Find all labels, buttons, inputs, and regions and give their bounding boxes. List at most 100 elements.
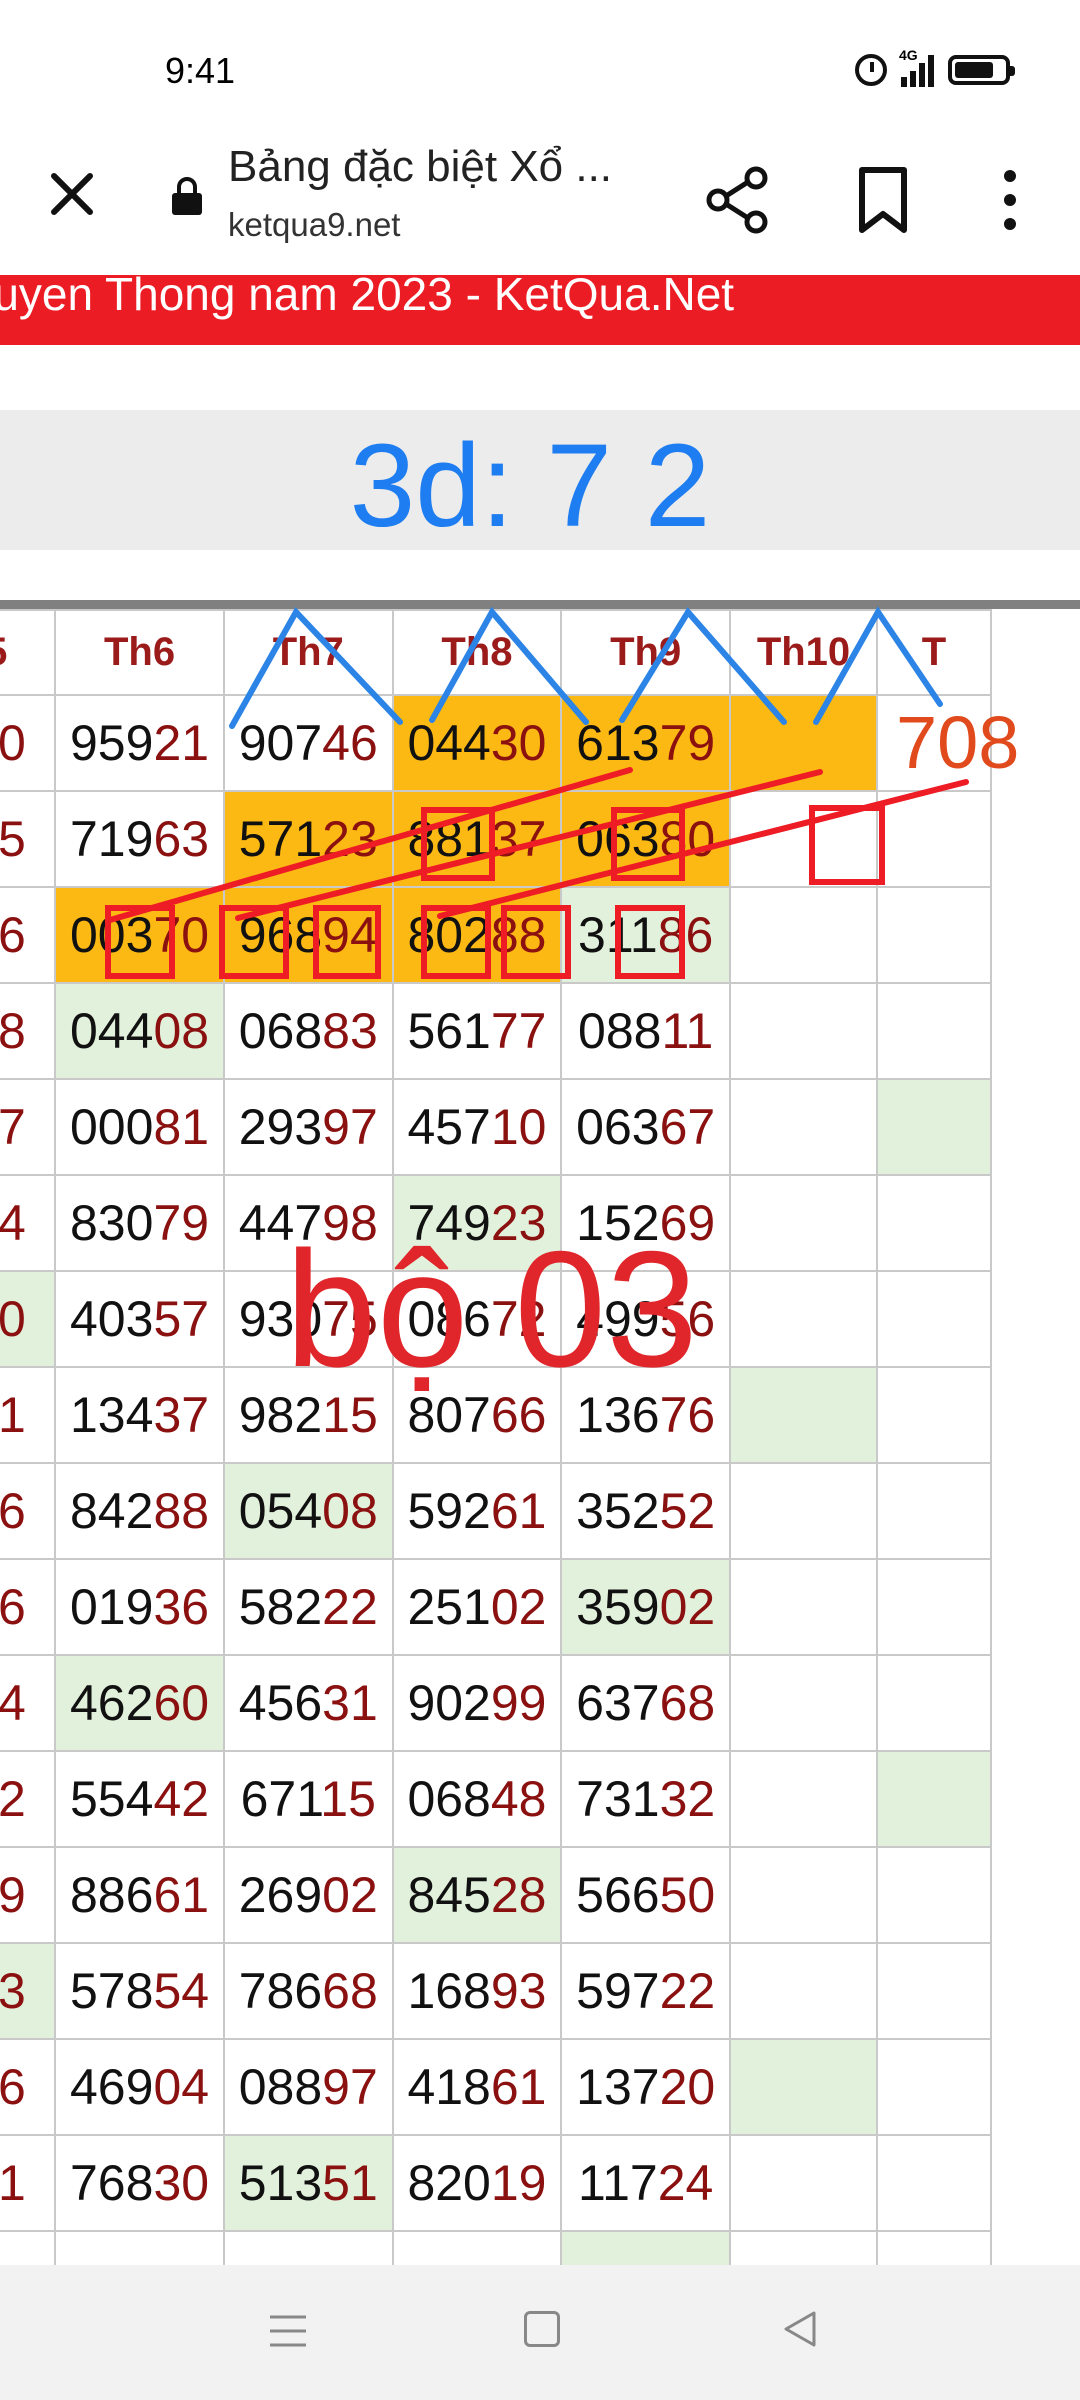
result-prefix: 251 xyxy=(407,1579,491,1635)
result-prefix: 311 xyxy=(578,907,658,963)
result-cell: 06380 xyxy=(560,790,732,888)
result-cell: 59261 xyxy=(391,1462,563,1560)
result-cell: 35252 xyxy=(560,1462,732,1560)
result-last-two: 65 xyxy=(0,811,26,867)
result-last-two: 02 xyxy=(0,1771,26,1827)
signal-icon: 4G xyxy=(899,47,934,87)
result-prefix: 003 xyxy=(70,907,154,963)
result-last-two: 11 xyxy=(661,1003,714,1059)
table-row: 86571963571238813706380 xyxy=(0,790,993,888)
result-cell: 06367 xyxy=(560,1078,732,1176)
result-last-two: 48 xyxy=(490,1771,547,1827)
result-last-two: 04 xyxy=(0,1195,26,1251)
result-cell: 95921 xyxy=(54,694,225,792)
result-cell xyxy=(729,1078,878,1176)
result-cell xyxy=(875,1174,993,1272)
result-prefix: 513 xyxy=(238,2155,323,2211)
result-last-two: 68 xyxy=(322,1963,378,2019)
result-cell: 25102 xyxy=(391,1558,563,1656)
table-row: 95646904088974186113720 xyxy=(0,2038,993,2136)
result-cell xyxy=(729,982,878,1080)
result-last-two: 88 xyxy=(490,907,547,963)
table-row: 54684288054085926135252 xyxy=(0,1462,993,1560)
result-last-two: 94 xyxy=(322,907,378,963)
back-icon[interactable] xyxy=(780,2309,820,2349)
result-last-two: 02 xyxy=(490,1579,547,1635)
result-cell: 956 xyxy=(0,2038,57,2136)
result-last-two: 49 xyxy=(0,1867,26,1923)
result-last-two: 24 xyxy=(657,2155,714,2211)
result-prefix: 054 xyxy=(238,1483,323,1539)
result-cell: 05408 xyxy=(222,1462,394,1560)
result-prefix: 418 xyxy=(407,2059,491,2115)
result-last-two: 42 xyxy=(153,1771,210,1827)
result-cell xyxy=(875,1654,993,1752)
result-cell: 55442 xyxy=(54,1750,225,1848)
result-last-two: 08 xyxy=(322,1483,378,1539)
result-last-two: 96 xyxy=(0,1579,26,1635)
result-cell: 26902 xyxy=(222,1846,394,1944)
share-icon[interactable] xyxy=(700,162,776,238)
result-prefix: 671 xyxy=(240,1771,321,1827)
result-cell: 84288 xyxy=(54,1462,225,1560)
result-cell: 84528 xyxy=(391,1846,563,1944)
result-prefix: 063 xyxy=(576,1099,660,1155)
result-cell: 134 xyxy=(0,1654,57,1752)
result-cell: 40357 xyxy=(54,1270,225,1368)
result-cell: 04430 xyxy=(391,694,563,792)
result-last-two: 30 xyxy=(490,715,547,771)
result-cell: 08811 xyxy=(560,982,732,1080)
result-last-two: 22 xyxy=(659,1963,716,2019)
result-cell: 88137 xyxy=(391,790,563,888)
result-cell: 481 xyxy=(0,1366,57,1464)
column-header: Th9 xyxy=(560,609,732,696)
result-cell xyxy=(729,2134,878,2232)
result-last-two: 36 xyxy=(153,1579,210,1635)
result-prefix: 578 xyxy=(70,1963,154,2019)
result-prefix: 731 xyxy=(576,1771,660,1827)
result-last-two: 46 xyxy=(322,715,378,771)
column-header: T xyxy=(875,609,993,696)
status-time: 9:41 xyxy=(165,50,236,91)
bo-03-label: bộ 03 xyxy=(285,1217,698,1401)
status-icons: 4G xyxy=(855,47,1015,90)
more-options-icon[interactable] xyxy=(980,162,1040,238)
result-cell xyxy=(729,1750,878,1848)
home-icon[interactable] xyxy=(524,2311,560,2347)
result-cell xyxy=(729,790,878,888)
recent-apps-icon[interactable] xyxy=(268,2313,308,2349)
result-last-two: 56 xyxy=(0,2059,26,2115)
result-last-two: 83 xyxy=(322,1003,378,1059)
result-prefix: 820 xyxy=(407,2155,491,2211)
page-title[interactable]: Bảng đặc biệt Xổ ... xyxy=(228,142,612,192)
result-prefix: 068 xyxy=(238,1003,323,1059)
result-last-two: 04 xyxy=(153,2059,210,2115)
result-prefix: 561 xyxy=(407,1003,491,1059)
result-last-two: 88 xyxy=(153,1483,210,1539)
bookmark-icon[interactable] xyxy=(848,162,918,238)
table-row: 82095921907460443061379 xyxy=(0,694,993,792)
page-url[interactable]: ketqua9.net xyxy=(228,206,400,244)
lock-icon[interactable] xyxy=(170,175,204,217)
three-d-box: 3d: 7 2 xyxy=(0,410,1080,552)
result-cell xyxy=(875,982,993,1080)
result-last-two: 19 xyxy=(490,2155,547,2211)
result-prefix: 117 xyxy=(578,2155,658,2211)
result-last-two: 70 xyxy=(153,907,210,963)
result-last-two: 31 xyxy=(0,2155,26,2211)
result-last-two: 68 xyxy=(659,1675,716,1731)
result-last-two: 63 xyxy=(153,811,210,867)
result-prefix: 597 xyxy=(576,1963,660,2019)
result-cell xyxy=(875,1942,993,2040)
result-cell: 01936 xyxy=(54,1558,225,1656)
result-last-two: 79 xyxy=(153,1195,210,1251)
result-cell xyxy=(729,2038,878,2136)
result-prefix: 582 xyxy=(238,1579,323,1635)
result-cell xyxy=(875,2134,993,2232)
column-header: h5 xyxy=(0,609,57,696)
result-last-two: 61 xyxy=(153,1867,210,1923)
result-cell xyxy=(875,1750,993,1848)
result-cell: 820 xyxy=(0,694,57,792)
close-icon[interactable] xyxy=(40,162,104,226)
result-prefix: 088 xyxy=(238,2059,323,2115)
